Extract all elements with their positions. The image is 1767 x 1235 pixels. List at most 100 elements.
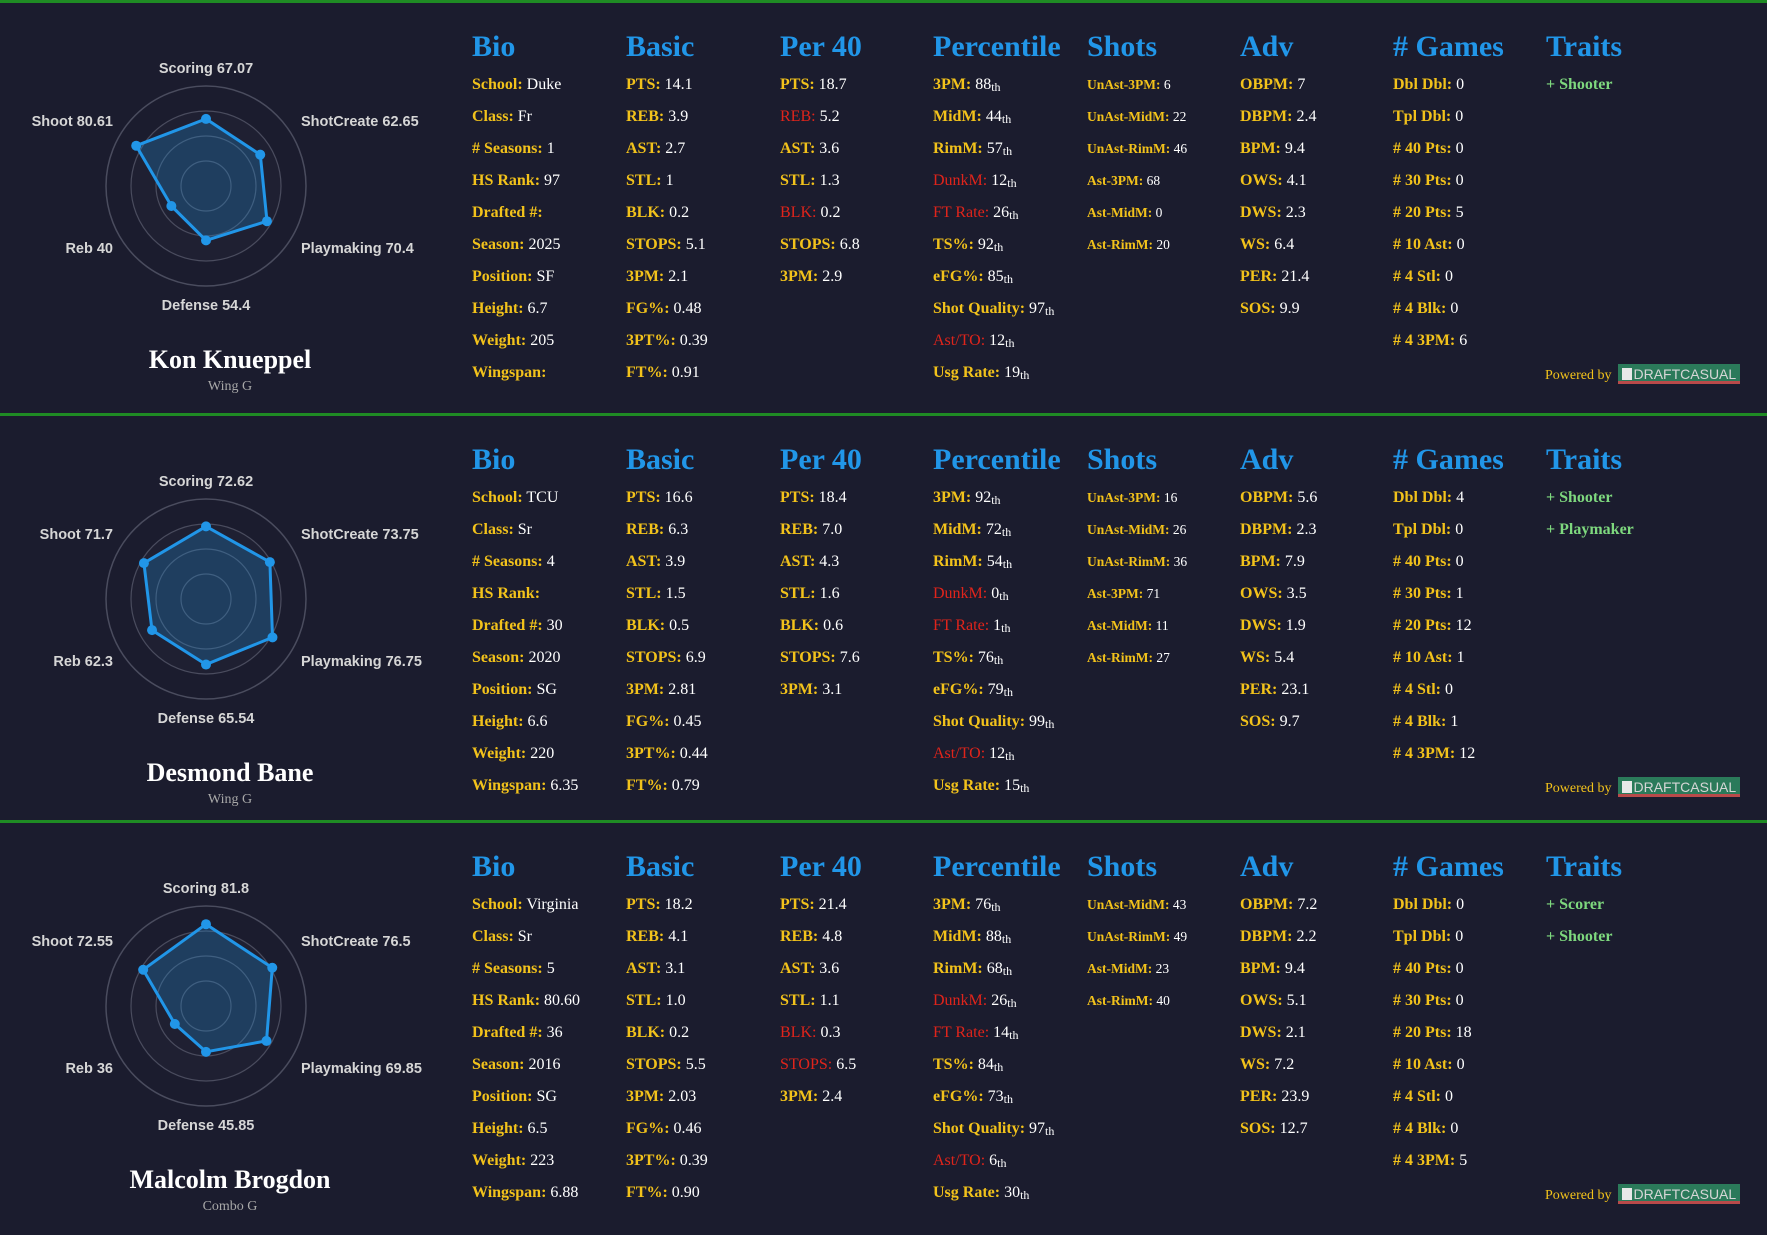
stat-row: PTS: 21.4	[780, 889, 862, 921]
stat-value: 14.1	[660, 76, 693, 93]
stat-label: Shot Quality:	[933, 300, 1026, 317]
stat-label: 3PM:	[933, 896, 972, 913]
radar-point-reb	[166, 201, 177, 211]
stat-label: School:	[472, 489, 523, 506]
stat-value: Sr	[513, 521, 533, 538]
column-header-per40: Per 40	[780, 850, 862, 883]
stat-label: Weight:	[472, 332, 527, 349]
stat-value: 7	[1293, 76, 1306, 93]
stat-row: PTS: 18.7	[780, 69, 862, 101]
stat-value: 80.60	[540, 992, 581, 1009]
column-traits: Traits + Shooter	[1546, 27, 1622, 101]
stat-label: # 4 Blk:	[1393, 300, 1447, 317]
stat-label: FT%:	[626, 777, 668, 794]
radar-label-playmaking: Playmaking 69.85	[301, 1061, 422, 1077]
stat-label: SOS:	[1240, 713, 1276, 730]
player-name: Kon Knueppel	[148, 345, 312, 374]
stat-value: 6.4	[1270, 236, 1295, 253]
stat-row: # 20 Pts: 18	[1393, 1017, 1504, 1049]
stat-value: 11	[1152, 618, 1169, 633]
stat-value: 4	[542, 553, 555, 570]
stat-row: 3PT%: 0.39	[626, 1145, 708, 1177]
stat-row: Tpl Dbl: 0	[1393, 514, 1504, 546]
stat-value: 5.4	[1270, 649, 1295, 666]
stat-value: 1.9	[1281, 617, 1306, 634]
draftcasual-logo-icon	[1621, 1188, 1632, 1200]
stat-value: 49	[1170, 929, 1188, 944]
stat-label: 3PM:	[626, 1088, 665, 1105]
stat-row: TS%: 92th	[933, 229, 1061, 261]
stat-value: 0.6	[819, 617, 844, 634]
stat-value: 0	[1452, 896, 1465, 913]
draftcasual-logo-icon	[1621, 368, 1632, 380]
stat-value: 23.1	[1277, 681, 1310, 698]
radar-point-shoot	[131, 140, 142, 151]
radar-point-scoring	[201, 919, 211, 930]
radar-label-playmaking: Playmaking 76.75	[301, 654, 422, 670]
radar-label-reb: Reb 36	[65, 1061, 113, 1077]
stat-label: REB:	[780, 108, 816, 125]
stat-row: BLK: 0.2	[780, 197, 862, 229]
column-basic: Basic PTS: 16.6 REB: 6.3 AST: 3.9 STL: 1.5 BL…	[626, 440, 708, 802]
stat-value: TCU	[522, 489, 559, 506]
radar-point-defense	[201, 659, 211, 670]
stat-value: 1.5	[661, 585, 686, 602]
stat-value: Duke	[522, 76, 562, 93]
draftcasual-logo[interactable]: DRAFTCASUAL	[1617, 777, 1741, 797]
stat-label: # 10 Ast:	[1393, 649, 1453, 666]
stat-label: OWS:	[1240, 172, 1283, 189]
trait-label: + Shooter	[1546, 928, 1613, 945]
stat-value: 2.2	[1292, 928, 1317, 945]
stat-value: 3.1	[661, 960, 686, 977]
stat-value: 1.1	[815, 992, 840, 1009]
stat-value: 0	[1441, 1088, 1453, 1105]
stat-value: 1.0	[661, 992, 686, 1009]
radar-label-scoring: Scoring 67.07	[159, 61, 253, 77]
stat-value: 6.3	[664, 521, 689, 538]
player-card: Scoring 81.8 ShotCreate 76.5 Playmaking 69…	[0, 820, 1767, 1235]
stat-row: UnAst-3PM: 16	[1087, 482, 1187, 514]
stat-row: Dbl Dbl: 4	[1393, 482, 1504, 514]
stat-value: 0	[1451, 992, 1464, 1009]
stat-row: MidM: 44th	[933, 101, 1061, 133]
stat-label: # 4 Stl:	[1393, 681, 1441, 698]
column-header-shots: Shots	[1087, 443, 1158, 476]
column-rows: School: Virginia Class: Sr # Seasons: 5 HS …	[472, 889, 580, 1209]
stat-row: AST: 3.6	[780, 133, 862, 165]
draftcasual-logo[interactable]: DRAFTCASUAL	[1617, 364, 1741, 384]
stat-row: 3PM: 2.9	[780, 261, 862, 293]
column-header-traits: Traits	[1546, 443, 1623, 476]
stat-row: # 4 Stl: 0	[1393, 261, 1504, 293]
stat-label: DWS:	[1240, 1024, 1282, 1041]
stat-row: STL: 1.5	[626, 578, 708, 610]
stat-row: # 30 Pts: 0	[1393, 165, 1504, 197]
stat-label: MidM:	[933, 928, 982, 945]
ordinal-suffix: th	[1009, 1028, 1019, 1042]
column-bio: Bio School: Duke Class: Fr # Seasons: 1 HS R…	[472, 27, 561, 389]
stat-row: Ast-MidM: 11	[1087, 610, 1187, 642]
stat-value: 6.8	[835, 236, 860, 253]
radar-label-shotcreate: ShotCreate 62.65	[301, 114, 419, 130]
column-rows: OBPM: 7 DBPM: 2.4 BPM: 9.4 OWS: 4.1 DWS: 2.3…	[1240, 69, 1316, 325]
stat-label: RimM:	[933, 553, 983, 570]
column-header-basic: Basic	[626, 30, 695, 63]
ordinal-suffix: th	[1020, 368, 1030, 382]
stat-value: 1	[661, 172, 674, 189]
stat-label: Tpl Dbl:	[1393, 108, 1452, 125]
stat-row: REB: 6.3	[626, 514, 708, 546]
stat-label: BLK:	[780, 1024, 817, 1041]
stat-value: 7.0	[818, 521, 843, 538]
stat-value: 6.35	[546, 777, 579, 794]
draftcasual-logo-text: DRAFTCASUAL	[1633, 1186, 1737, 1202]
stat-label: Dbl Dbl:	[1393, 76, 1453, 93]
stat-row: STL: 1.3	[780, 165, 862, 197]
stat-value: 2.03	[664, 1088, 697, 1105]
ordinal-suffix: th	[1005, 336, 1015, 350]
stat-label: 3PT%:	[626, 332, 676, 349]
stat-value: 2.81	[664, 681, 697, 698]
stat-label: FG%:	[626, 300, 670, 317]
radar-label-defense: Defense 65.54	[158, 711, 255, 727]
draftcasual-logo[interactable]: DRAFTCASUAL	[1617, 1184, 1741, 1204]
stat-row: + Shooter	[1546, 69, 1622, 101]
column-header-shots: Shots	[1087, 850, 1158, 883]
